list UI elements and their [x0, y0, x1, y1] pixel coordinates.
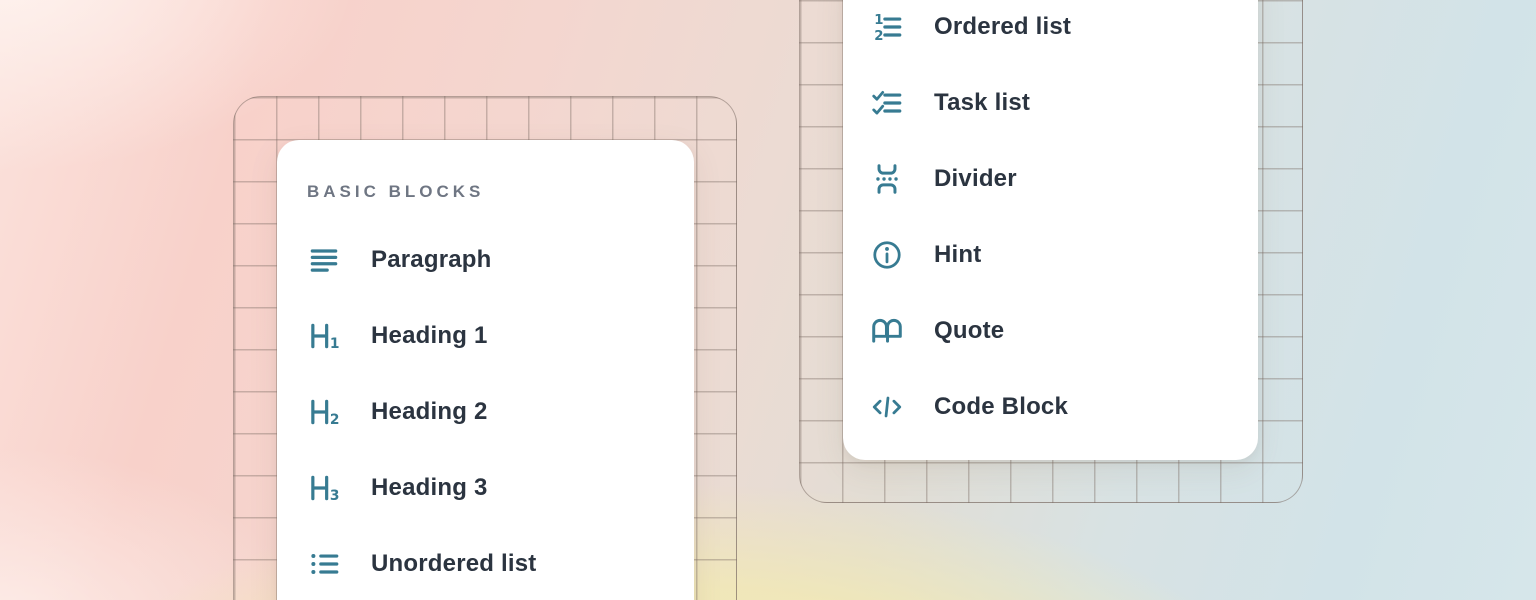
divider-icon [870, 162, 904, 196]
menu-item-ordered-list[interactable]: 12 Ordered list [870, 0, 1258, 65]
menu-item-label: Divider [934, 165, 1017, 193]
paragraph-icon [307, 243, 341, 277]
menu-item-label: Paragraph [371, 246, 492, 274]
menu-item-hint[interactable]: Hint [870, 217, 1258, 293]
svg-text:2: 2 [874, 29, 883, 44]
menu-item-label: Code Block [934, 393, 1068, 421]
menu-item-paragraph[interactable]: Paragraph [307, 222, 694, 298]
menu-item-code-block[interactable]: Code Block [870, 369, 1258, 445]
menu-item-heading-2[interactable]: 2 Heading 2 [307, 374, 694, 450]
unordered-list-icon [307, 547, 341, 581]
basic-blocks-item-list: Paragraph 1 Heading 1 2 Heading 2 3 Heading 3 U… [307, 222, 694, 600]
menu-item-label: Quote [934, 317, 1004, 345]
background-gradient: BASIC BLOCKS Paragraph 1 Heading 1 2 Heading… [0, 0, 1536, 600]
task-list-icon [870, 86, 904, 120]
menu-item-label: Heading 3 [371, 474, 488, 502]
ordered-list-icon: 12 [870, 10, 904, 44]
heading-1-icon: 1 [307, 319, 341, 353]
menu-item-quote[interactable]: Quote [870, 293, 1258, 369]
menu-item-divider[interactable]: Divider [870, 141, 1258, 217]
section-label-basic-blocks: BASIC BLOCKS [307, 180, 694, 204]
menu-item-heading-3[interactable]: 3 Heading 3 [307, 450, 694, 526]
menu-item-label: Hint [934, 241, 981, 269]
menu-item-label: Heading 1 [371, 322, 488, 350]
menu-item-label: Heading 2 [371, 398, 488, 426]
svg-text:1: 1 [874, 13, 883, 28]
svg-text:1: 1 [330, 336, 340, 352]
code-block-icon [870, 390, 904, 424]
menu-item-label: Task list [934, 89, 1030, 117]
svg-text:2: 2 [330, 412, 340, 428]
hint-icon [870, 238, 904, 272]
menu-item-heading-1[interactable]: 1 Heading 1 [307, 298, 694, 374]
heading-2-icon: 2 [307, 395, 341, 429]
more-blocks-item-list: 12 Ordered list Task list Divider Hint Quote C… [870, 0, 1258, 445]
more-blocks-menu-panel: 12 Ordered list Task list Divider Hint Quote C… [843, 0, 1258, 460]
menu-item-label: Unordered list [371, 550, 537, 578]
menu-item-task-list[interactable]: Task list [870, 65, 1258, 141]
heading-3-icon: 3 [307, 471, 341, 505]
menu-item-unordered-list[interactable]: Unordered list [307, 526, 694, 600]
quote-icon [870, 314, 904, 348]
menu-item-label: Ordered list [934, 13, 1071, 41]
basic-blocks-menu-panel: BASIC BLOCKS Paragraph 1 Heading 1 2 Heading… [277, 140, 694, 600]
svg-text:3: 3 [330, 488, 340, 504]
